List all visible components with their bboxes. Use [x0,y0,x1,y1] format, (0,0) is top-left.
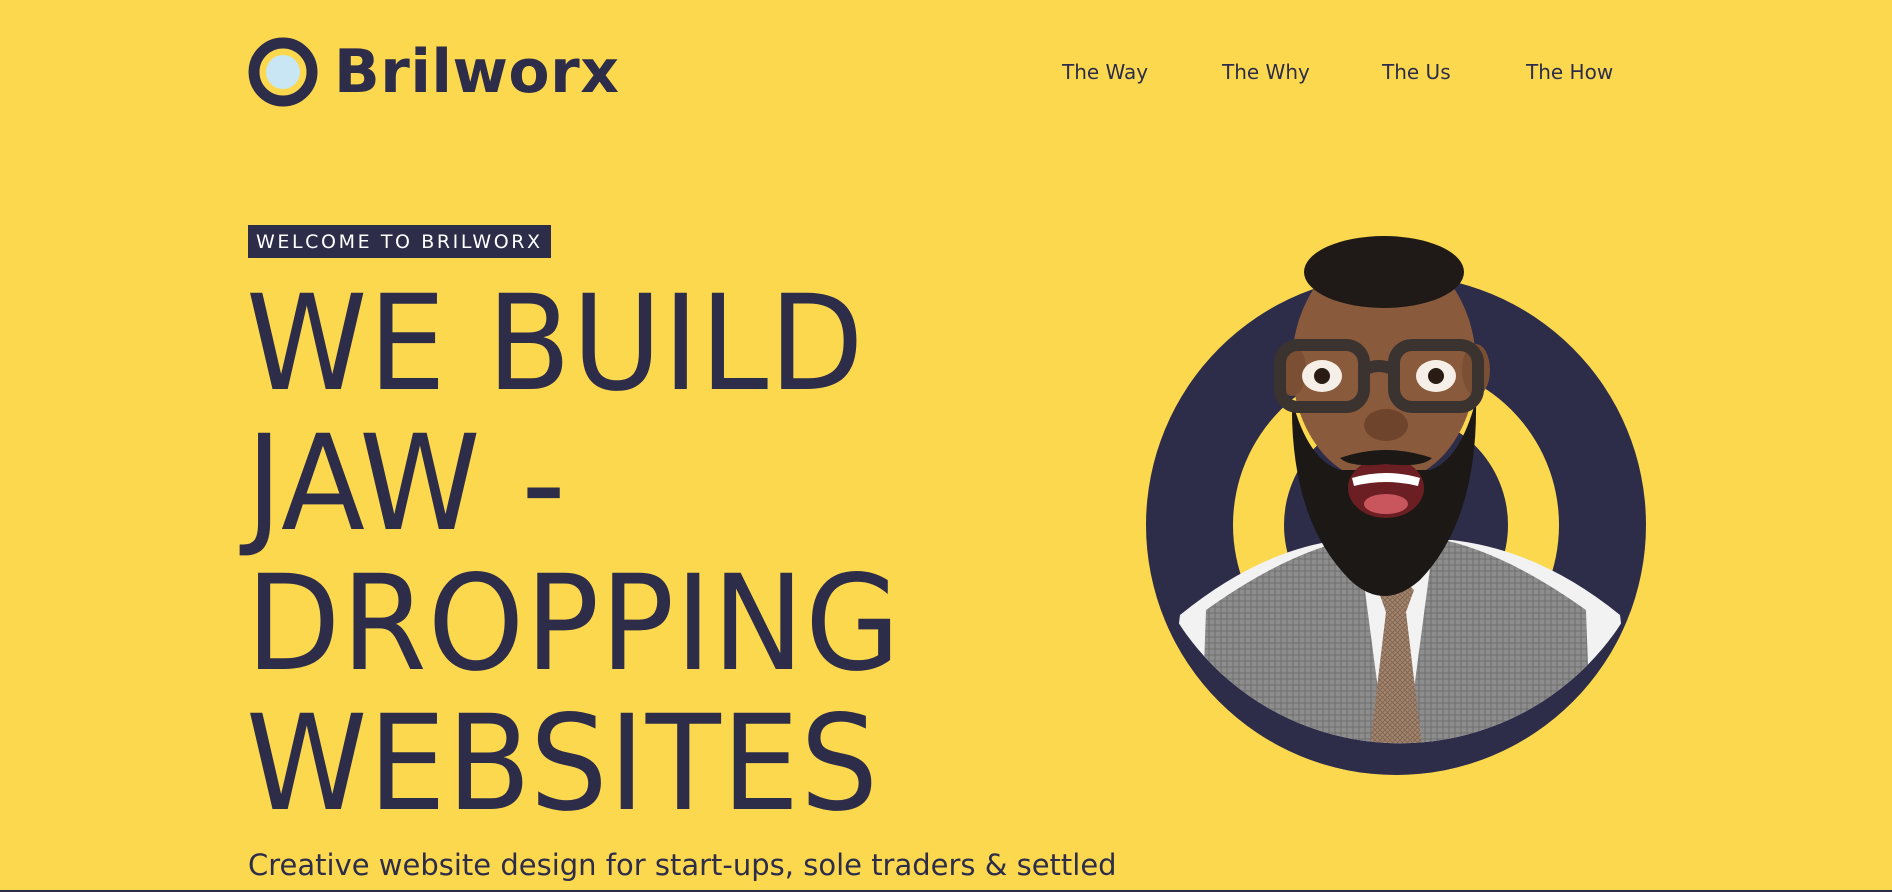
nav-item-the-how[interactable]: The How [1526,60,1613,84]
page: Brilworx The Way The Why The Us The How … [0,0,1892,890]
hero-headline-line: DROPPING [246,547,902,701]
hero-headline-line: WE BUILD [246,267,865,421]
hero-portrait-image [1140,220,1660,780]
nav-item-the-us[interactable]: The Us [1382,60,1451,84]
hero-subheadline: Creative website design for start-ups, s… [248,848,1117,882]
nav-item-the-way[interactable]: The Way [1062,60,1148,84]
hero-headline-line: JAW - [246,407,567,561]
brand-logo[interactable]: Brilworx [248,36,619,108]
nav-item-the-why[interactable]: The Why [1222,60,1310,84]
welcome-badge: WELCOME TO BRILWORX [248,225,551,258]
portrait-photo-icon [1146,236,1646,775]
brand-logo-text: Brilworx [334,37,620,107]
hero-headline: WE BUILD JAW - DROPPING WEBSITES [246,274,901,834]
hero-headline-line: WEBSITES [246,687,880,841]
brand-logo-icon [248,37,318,107]
